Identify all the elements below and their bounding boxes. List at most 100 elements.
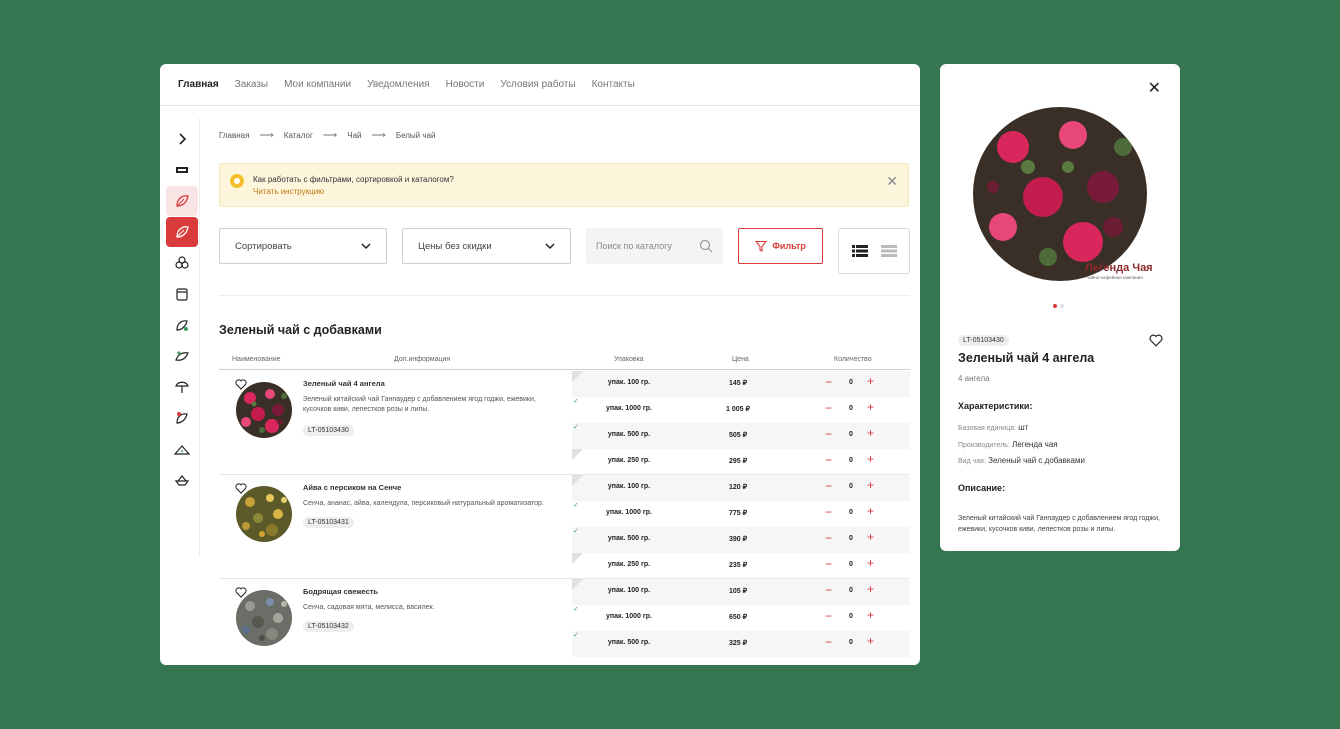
search-input[interactable]: Поиск по каталогу [586,228,723,264]
quantity-value[interactable]: 0 [846,639,856,646]
sidebar-new-icon[interactable] [166,155,198,185]
nav-news[interactable]: Новости [446,79,485,90]
package-size: упак. 250 гр. [607,457,651,464]
price-mode-select[interactable]: Цены без скидки [402,228,571,264]
nav-contacts[interactable]: Контакты [592,79,635,90]
quantity-value[interactable]: 0 [846,561,856,568]
breadcrumb-home[interactable]: Главная [219,131,249,140]
minus-icon[interactable]: − [825,636,832,648]
quantity-value[interactable]: 0 [846,457,856,464]
quantity-value[interactable]: 0 [846,431,856,438]
plus-icon[interactable]: + [867,557,874,569]
minus-icon[interactable]: − [825,584,832,596]
catalog-window: Главная Заказы Мои компании Уведомления … [160,64,920,665]
quantity-value[interactable]: 0 [846,483,856,490]
quantity-value[interactable]: 0 [846,379,856,386]
plus-icon[interactable]: + [867,609,874,621]
sidebar-pile-icon[interactable] [166,434,198,464]
sort-select[interactable]: Сортировать [219,228,387,264]
product-detail-image [973,107,1147,281]
sidebar-tea-leaf-icon[interactable] [166,186,198,216]
plus-icon[interactable]: + [867,479,874,491]
package-row: ✓ упак. 500 гр. 390 ₽ − 0 + [572,527,910,553]
plus-icon[interactable]: + [867,427,874,439]
brand-logo-subtitle: чайно-кофейная компания [1087,275,1143,280]
nav-terms[interactable]: Условия работы [500,79,575,90]
check-icon: ✓ [573,528,579,535]
minus-icon[interactable]: − [825,376,832,388]
breadcrumb-tea[interactable]: Чай [347,131,361,140]
heart-icon[interactable] [1149,334,1163,347]
sidebar-expand-icon[interactable] [166,124,198,154]
minus-icon[interactable]: − [825,558,832,570]
category-sidebar [166,118,200,556]
corner-tag [572,449,583,460]
sidebar-berry-icon[interactable] [166,403,198,433]
product-image [236,486,292,542]
table-row: Бодрящая свежесть Сенча, садовая мята, м… [219,579,910,665]
sidebar-flower-icon[interactable] [166,372,198,402]
notice-text: Как работать с фильтрами, сортировкой и … [253,175,454,184]
product-description: Сенча, садовая мята, мелисса, василек. [303,604,435,611]
sidebar-herbs-icon[interactable] [166,310,198,340]
product-name[interactable]: Бодрящая свежесть [303,587,378,596]
corner-tag [572,475,583,486]
col-info: Доп.информация [394,356,451,363]
minus-icon[interactable]: − [825,610,832,622]
catalog-controls: Сортировать Цены без скидки Поиск по кат… [219,228,910,274]
minus-icon[interactable]: − [825,428,832,440]
nav-notifications[interactable]: Уведомления [367,79,430,90]
sidebar-mix-icon[interactable] [166,341,198,371]
minus-icon[interactable]: − [825,454,832,466]
quantity-value[interactable]: 0 [846,535,856,542]
nav-my-companies[interactable]: Мои компании [284,79,351,90]
package-price: 650 ₽ [728,614,748,621]
sidebar-jar-icon[interactable] [166,279,198,309]
minus-icon[interactable]: − [825,532,832,544]
minus-icon[interactable]: − [825,402,832,414]
plus-icon[interactable]: + [867,505,874,517]
check-icon: ✓ [573,606,579,613]
product-name[interactable]: Зеленый чай 4 ангела [303,379,385,388]
product-name[interactable]: Айва с персиком на Сенче [303,483,401,492]
product-description: Сенча, ананас, айва, календула, персиков… [303,500,544,507]
image-carousel-dots[interactable] [1053,304,1064,308]
plus-icon[interactable]: + [867,375,874,387]
plus-icon[interactable]: + [867,583,874,595]
filter-button[interactable]: Фильтр [738,228,823,264]
plus-icon[interactable]: + [867,531,874,543]
breadcrumb-catalog[interactable]: Каталог [284,131,313,140]
quantity-value[interactable]: 0 [846,587,856,594]
package-list: упак. 100 гр. 105 ₽ − 0 + ✓ упак. 1000 гр. 650… [572,579,910,657]
close-icon[interactable]: ✕ [1148,78,1161,98]
plus-icon[interactable]: + [867,401,874,413]
sidebar-coffee-beans-icon[interactable] [166,248,198,278]
quantity-value[interactable]: 0 [846,509,856,516]
sku-badge: LT-05103432 [303,621,354,632]
characteristics-heading: Характеристики: [958,401,1033,411]
package-price: 145 ₽ [728,380,748,387]
char-value: шт [1018,423,1029,432]
minus-icon[interactable]: − [825,506,832,518]
sidebar-bowl-icon[interactable] [166,465,198,495]
plus-icon[interactable]: + [867,635,874,647]
quantity-value[interactable]: 0 [846,405,856,412]
plus-icon[interactable]: + [867,453,874,465]
notice-link[interactable]: Читать инструкцию [253,187,324,196]
char-tea-kind: Вид чая: Зеленый чай с добавками [958,456,1085,465]
package-row: упак. 100 гр. 105 ₽ − 0 + [572,579,910,605]
product-description: Зеленый китайский чай Ганпаудер с добавл… [303,396,536,413]
close-icon[interactable]: ✕ [886,174,898,188]
col-qty: Количество [834,356,872,363]
chevron-down-icon [545,243,555,250]
nav-home[interactable]: Главная [178,79,219,90]
package-price: 295 ₽ [728,458,748,465]
table-view-icon[interactable] [880,245,897,257]
minus-icon[interactable]: − [825,480,832,492]
nav-orders[interactable]: Заказы [235,79,268,90]
quantity-value[interactable]: 0 [846,613,856,620]
package-price: 390 ₽ [728,536,748,543]
list-view-icon[interactable] [851,245,868,257]
sidebar-tea-active-icon[interactable] [166,217,198,247]
detail-subtitle: 4 ангела [958,374,990,383]
